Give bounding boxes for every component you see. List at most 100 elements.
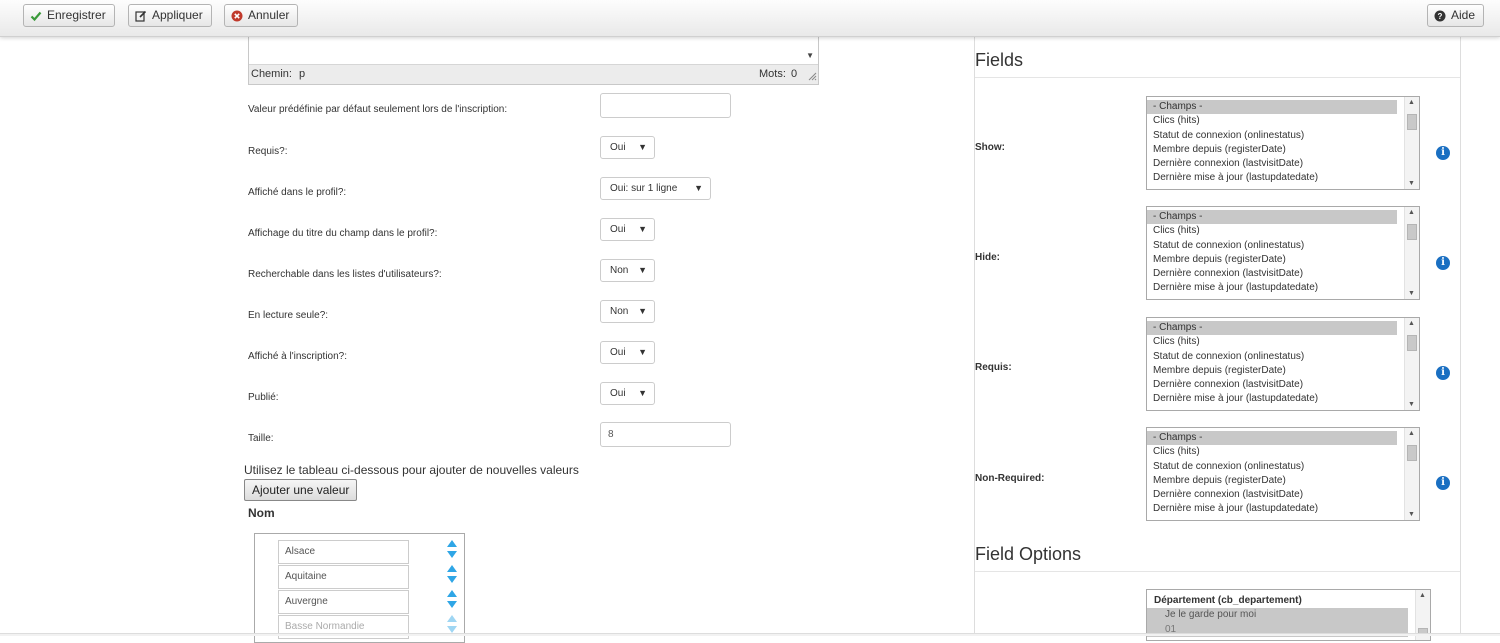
profile-display-selected-value: Oui: sur 1 ligne	[610, 183, 678, 194]
resize-grip-icon[interactable]	[807, 71, 817, 84]
listbox-scrollbar[interactable]: ▲ ▼	[1404, 97, 1419, 189]
help-button[interactable]: ? Aide	[1427, 4, 1485, 27]
required-fields-listbox[interactable]: - Champs - Clics (hits) Statut de connex…	[1146, 317, 1420, 411]
info-icon[interactable]: i	[1436, 366, 1450, 380]
dropdown-caret-icon: ▼	[694, 183, 703, 193]
sort-handle-icon[interactable]	[447, 615, 457, 633]
apply-button[interactable]: Appliquer	[128, 4, 212, 27]
listbox-option[interactable]: Dernière connexion (lastvisitDate)	[1147, 157, 1419, 171]
listbox-option[interactable]: - Champs -	[1147, 210, 1397, 225]
check-icon	[30, 10, 42, 22]
optgroup-header: Département (cb_departement)	[1154, 595, 1302, 606]
info-icon[interactable]: i	[1436, 146, 1450, 160]
divider	[975, 571, 1460, 572]
sort-handle-icon[interactable]	[447, 590, 457, 608]
required-fields-label: Requis:	[975, 362, 1012, 373]
save-label: Enregistrer	[47, 8, 106, 22]
listbox-option[interactable]: Membre depuis (registerDate)	[1147, 253, 1419, 267]
listbox-option[interactable]: Statut de connexion (onlinestatus)	[1147, 350, 1419, 364]
profile-display-select[interactable]: Oui: sur 1 ligne ▼	[600, 177, 711, 200]
listbox-option[interactable]: - Champs -	[1147, 321, 1397, 336]
size-label: Taille:	[248, 433, 274, 444]
readonly-select[interactable]: Non ▼	[600, 300, 655, 323]
registration-selected-value: Oui	[610, 347, 626, 358]
listbox-option[interactable]: Clics (hits)	[1147, 224, 1419, 238]
listbox-option[interactable]: - Champs -	[1147, 431, 1397, 446]
add-value-button[interactable]: Ajouter une valeur	[244, 479, 358, 501]
listbox-option[interactable]: Statut de connexion (onlinestatus)	[1147, 460, 1419, 474]
required-label: Requis?:	[248, 146, 288, 157]
help-label: Aide	[1451, 8, 1476, 22]
info-icon[interactable]: i	[1436, 256, 1450, 270]
scroll-down-arrow-icon[interactable]: ▼	[806, 51, 814, 60]
hide-fields-listbox[interactable]: - Champs - Clics (hits) Statut de connex…	[1146, 206, 1420, 300]
listbox-option[interactable]: Membre depuis (registerDate)	[1147, 364, 1419, 378]
searchable-selected-value: Non	[610, 265, 629, 276]
sort-handle-icon[interactable]	[447, 565, 457, 583]
registration-label: Affiché à l'inscription?:	[248, 351, 347, 362]
save-button[interactable]: Enregistrer	[23, 4, 115, 27]
profile-display-label: Affiché dans le profil?:	[248, 187, 347, 198]
dropdown-caret-icon: ▼	[638, 306, 647, 316]
path-value: p	[299, 68, 306, 80]
listbox-scrollbar[interactable]: ▲ ▼	[1404, 207, 1419, 299]
value-input-aquitaine[interactable]: Aquitaine	[278, 565, 409, 589]
word-count-label: Mots:	[759, 68, 786, 80]
listbox-option[interactable]: Clics (hits)	[1147, 114, 1419, 128]
required-select[interactable]: Oui ▼	[600, 136, 655, 159]
divider	[975, 77, 1460, 78]
listbox-option[interactable]: Dernière connexion (lastvisitDate)	[1147, 267, 1419, 281]
listbox-option[interactable]: Dernière mise à jour (lastupdatedate)	[1147, 171, 1419, 185]
help-icon: ?	[1434, 10, 1446, 22]
cancel-icon	[231, 10, 243, 22]
readonly-label: En lecture seule?:	[248, 310, 329, 321]
fields-section-title: Fields	[975, 50, 1024, 70]
non-required-fields-listbox[interactable]: - Champs - Clics (hits) Statut de connex…	[1146, 427, 1420, 521]
value-input-alsace[interactable]: Alsace	[278, 540, 409, 564]
registration-select[interactable]: Oui ▼	[600, 341, 655, 364]
searchable-select[interactable]: Non ▼	[600, 259, 655, 282]
published-label: Publié:	[248, 392, 279, 403]
title-display-select[interactable]: Oui ▼	[600, 218, 655, 241]
published-select[interactable]: Oui ▼	[600, 382, 655, 405]
cancel-button[interactable]: Annuler	[224, 4, 299, 27]
default-value-label: Valeur prédéfinie par défaut seulement l…	[248, 104, 508, 115]
show-fields-listbox[interactable]: - Champs - Clics (hits) Statut de connex…	[1146, 96, 1420, 190]
apply-label: Appliquer	[152, 8, 203, 22]
size-input[interactable]: 8	[600, 422, 731, 447]
listbox-option[interactable]: Dernière mise à jour (lastupdatedate)	[1147, 502, 1419, 516]
field-options-section-title: Field Options	[975, 544, 1082, 564]
edit-icon	[135, 10, 147, 22]
info-icon[interactable]: i	[1436, 476, 1450, 490]
title-display-label: Affichage du titre du champ dans le prof…	[248, 228, 438, 239]
hide-label: Hide:	[975, 252, 1000, 263]
listbox-option[interactable]: Dernière mise à jour (lastupdatedate)	[1147, 281, 1419, 295]
listbox-scrollbar[interactable]: ▲ ▼	[1404, 428, 1419, 520]
listbox-option[interactable]: Membre depuis (registerDate)	[1147, 474, 1419, 488]
values-column-header: Nom	[248, 506, 275, 520]
listbox-option[interactable]: Clics (hits)	[1147, 335, 1419, 349]
listbox-option[interactable]: Membre depuis (registerDate)	[1147, 143, 1419, 157]
values-hint: Utilisez le tableau ci-dessous pour ajou…	[244, 463, 579, 477]
required-selected-value: Oui	[610, 142, 626, 153]
sort-handle-icon[interactable]	[447, 540, 457, 558]
dropdown-caret-icon: ▼	[638, 347, 647, 357]
default-value-input[interactable]	[600, 93, 731, 118]
cancel-label: Annuler	[248, 8, 290, 22]
dropdown-caret-icon: ▼	[638, 224, 647, 234]
listbox-option[interactable]: Clics (hits)	[1147, 445, 1419, 459]
listbox-option[interactable]: Dernière connexion (lastvisitDate)	[1147, 378, 1419, 392]
listbox-option[interactable]: Dernière mise à jour (lastupdatedate)	[1147, 392, 1419, 406]
value-input-auvergne[interactable]: Auvergne	[278, 590, 409, 614]
dropdown-caret-icon: ▼	[638, 265, 647, 275]
listbox-option[interactable]: Statut de connexion (onlinestatus)	[1147, 239, 1419, 253]
readonly-selected-value: Non	[610, 306, 629, 317]
listbox-option[interactable]: Je le garde pour moi	[1147, 608, 1408, 623]
listbox-scrollbar[interactable]: ▲ ▼	[1404, 318, 1419, 410]
svg-text:?: ?	[1438, 12, 1443, 21]
listbox-option[interactable]: Statut de connexion (onlinestatus)	[1147, 129, 1419, 143]
listbox-option[interactable]: - Champs -	[1147, 100, 1397, 115]
published-selected-value: Oui	[610, 388, 626, 399]
title-display-selected-value: Oui	[610, 224, 626, 235]
listbox-option[interactable]: Dernière connexion (lastvisitDate)	[1147, 488, 1419, 502]
